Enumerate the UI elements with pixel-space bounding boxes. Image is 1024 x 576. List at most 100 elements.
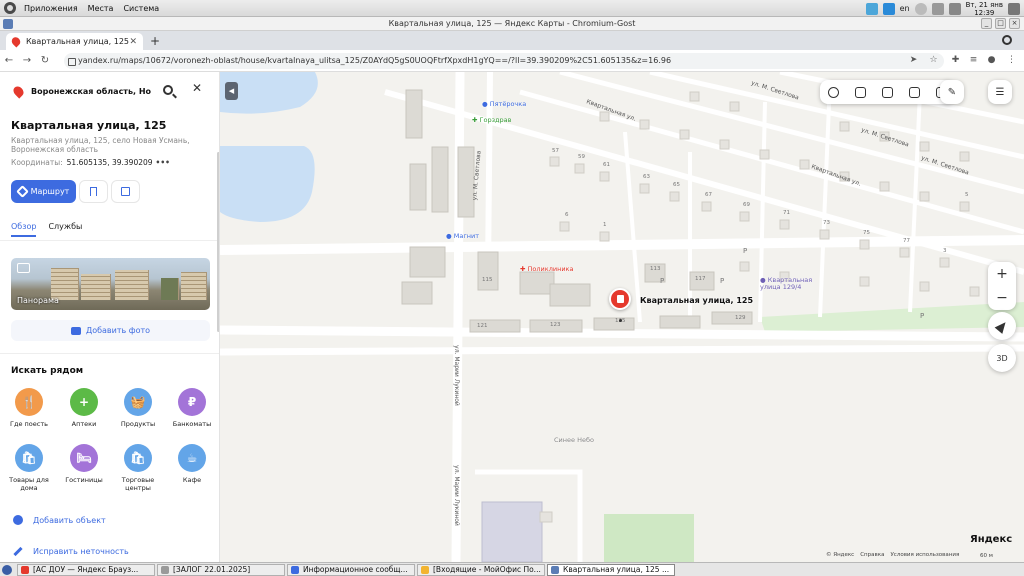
clock[interactable]: Вт, 21 янв 12:39 xyxy=(966,1,1003,17)
category-label: Аптеки xyxy=(71,420,97,428)
add-photo-button[interactable]: Добавить фото xyxy=(11,320,210,341)
map-book-icon[interactable] xyxy=(855,86,866,98)
house-number: 115 xyxy=(482,277,493,283)
camera-layer-icon[interactable] xyxy=(882,86,893,98)
coordinates-more-button[interactable]: ••• xyxy=(156,158,170,167)
nearby-category-fork-knife[interactable]: 🍴 Где поесть xyxy=(6,388,52,428)
taskbar-item[interactable]: [ЗАЛОГ 22.01.2025] xyxy=(157,563,285,576)
forward-arrow-icon[interactable]: → xyxy=(18,55,36,66)
nearby-category-shopping-bag[interactable]: 🛍 Торговые центры xyxy=(115,444,161,492)
nearby-category-pharmacy[interactable]: + Аптеки xyxy=(61,388,107,428)
os-menu-places[interactable]: Места xyxy=(83,4,119,13)
save-bookmark-button[interactable] xyxy=(79,180,108,203)
os-menu-applications[interactable]: Приложения xyxy=(19,4,83,13)
url-input[interactable]: yandex.ru/maps/10672/voronezh-oblast/hou… xyxy=(64,53,944,69)
taskbar-item[interactable]: [АС ДОУ — Яндекс Брауз... xyxy=(17,563,155,576)
category-label: Банкоматы xyxy=(172,420,212,428)
browser-menu-icon[interactable]: ⋮ xyxy=(1006,55,1017,66)
back-arrow-icon[interactable]: ← xyxy=(0,55,18,66)
share-button[interactable] xyxy=(111,180,140,203)
poi-gorzdrav[interactable]: ✚ Горздрав xyxy=(472,116,512,124)
building xyxy=(549,283,591,307)
battery-icon[interactable] xyxy=(948,2,961,15)
marker-label[interactable]: Квартальная улица, 125 xyxy=(640,296,753,305)
tab-close-icon[interactable]: ✕ xyxy=(129,37,137,47)
nearby-category-ruble[interactable]: ₽ Банкоматы xyxy=(169,388,215,428)
reload-icon[interactable]: ↻ xyxy=(36,55,54,66)
nearby-category-bed[interactable]: 🛏 Гостиницы xyxy=(61,444,107,484)
pencil-icon xyxy=(13,546,23,557)
profile-icon[interactable]: ● xyxy=(986,55,997,66)
taskbar-item[interactable]: Квартальная улица, 125 ... xyxy=(547,563,675,576)
window-minimize-button[interactable]: _ xyxy=(981,18,992,29)
map-canvas[interactable]: ● Пятёрочка ✚ Горздрав ● Магнит ✚ Поликл… xyxy=(220,72,1024,562)
category-label: Где поесть xyxy=(10,420,48,428)
map-menu-button[interactable]: ☰ xyxy=(988,80,1012,104)
transport-icon[interactable] xyxy=(909,86,920,98)
media-icon[interactable]: ≡ xyxy=(968,55,979,66)
panorama-preview[interactable]: Панорама xyxy=(11,258,210,310)
tray-check-icon[interactable] xyxy=(865,2,878,15)
report-error-link[interactable]: Исправить неточность xyxy=(13,546,129,557)
nearby-category-basket[interactable]: 🧺 Продукты xyxy=(115,388,161,428)
search-box[interactable]: Воронежская область, Новоусмань ✕ xyxy=(8,78,211,104)
network-icon[interactable] xyxy=(931,2,944,15)
street-label: ул. Марии Лукиной xyxy=(452,465,460,526)
coordinates-value[interactable]: 51.605135, 39.390209 xyxy=(67,158,153,167)
poi-magnit[interactable]: ● Магнит xyxy=(446,232,479,240)
nearby-category-cup[interactable]: ☕ Кафе xyxy=(169,444,215,484)
add-object-link[interactable]: Добавить объект xyxy=(13,515,106,525)
building xyxy=(409,163,427,211)
house-number: 67 xyxy=(705,192,712,198)
panorama-icon xyxy=(17,263,30,273)
nearby-category-bag[interactable]: 🛍 Товары для дома xyxy=(6,444,52,492)
tray-k-icon[interactable] xyxy=(882,2,895,15)
clear-search-icon[interactable]: ✕ xyxy=(192,81,202,95)
collapse-sidebar-button[interactable]: ◀ xyxy=(225,82,238,100)
search-icon[interactable] xyxy=(163,85,173,95)
extensions-icon[interactable]: ✚ xyxy=(950,55,961,66)
os-logo-icon[interactable] xyxy=(4,2,16,14)
3d-toggle-button[interactable]: 3D xyxy=(988,344,1016,372)
layers-icon[interactable] xyxy=(828,86,839,98)
window-app-icon[interactable] xyxy=(3,19,13,29)
poi-pyaterochka[interactable]: ● Пятёрочка xyxy=(482,100,526,108)
bookmark-star-icon[interactable]: ☆ xyxy=(928,55,939,66)
zoom-in-button[interactable]: + xyxy=(988,262,1016,286)
user-icon[interactable] xyxy=(1008,2,1020,15)
browser-tab[interactable]: Квартальная улица, 125 ✕ xyxy=(6,33,143,50)
volume-icon[interactable] xyxy=(914,2,927,15)
new-tab-button[interactable]: + xyxy=(150,34,160,48)
taskbar-item[interactable]: [Входящие - МойОфис По... xyxy=(417,563,545,576)
park-area xyxy=(760,302,1024,332)
browser-tab-title: Квартальная улица, 125 xyxy=(26,37,130,46)
tab-overview[interactable]: Обзор xyxy=(11,222,37,237)
copyright-text[interactable]: © Яндекс xyxy=(826,552,854,558)
help-link[interactable]: Справка xyxy=(860,552,884,558)
selected-place-marker[interactable] xyxy=(609,288,631,310)
zoom-out-button[interactable]: − xyxy=(988,286,1016,310)
poi-sinee-nebo[interactable]: Синее Небо xyxy=(554,436,594,444)
poi-kvartalnaya-129[interactable]: ● Квартальная улица 129/4 xyxy=(760,277,820,291)
window-close-button[interactable]: × xyxy=(1009,18,1020,29)
cup-icon: ☕ xyxy=(178,444,206,472)
ruler-button[interactable]: ✎ xyxy=(940,80,964,104)
send-icon[interactable]: ➤ xyxy=(908,55,919,66)
start-menu-icon[interactable] xyxy=(2,564,12,575)
poi-label: Поликлиника xyxy=(527,265,574,273)
route-button[interactable]: Маршрут xyxy=(11,180,76,203)
poi-polyclinic[interactable]: ✚ Поликлиника xyxy=(520,265,573,273)
chevron-left-icon: ◀ xyxy=(228,87,235,95)
taskbar-item[interactable]: Информационное сообщ... xyxy=(287,563,415,576)
locate-me-button[interactable] xyxy=(988,312,1016,340)
tab-services[interactable]: Службы xyxy=(48,222,82,237)
map-layers-toolbar xyxy=(820,80,955,104)
house-number: 117 xyxy=(695,276,706,282)
terms-link[interactable]: Условия использования xyxy=(890,552,959,558)
window-maximize-button[interactable]: □ xyxy=(995,18,1006,29)
search-input[interactable]: Воронежская область, Новоусмань xyxy=(31,87,151,96)
tab-search-icon[interactable] xyxy=(1002,35,1012,45)
keyboard-layout[interactable]: en xyxy=(900,4,910,13)
os-menu-system[interactable]: Система xyxy=(118,4,164,13)
shopping-bag-icon: 🛍 xyxy=(124,444,152,472)
